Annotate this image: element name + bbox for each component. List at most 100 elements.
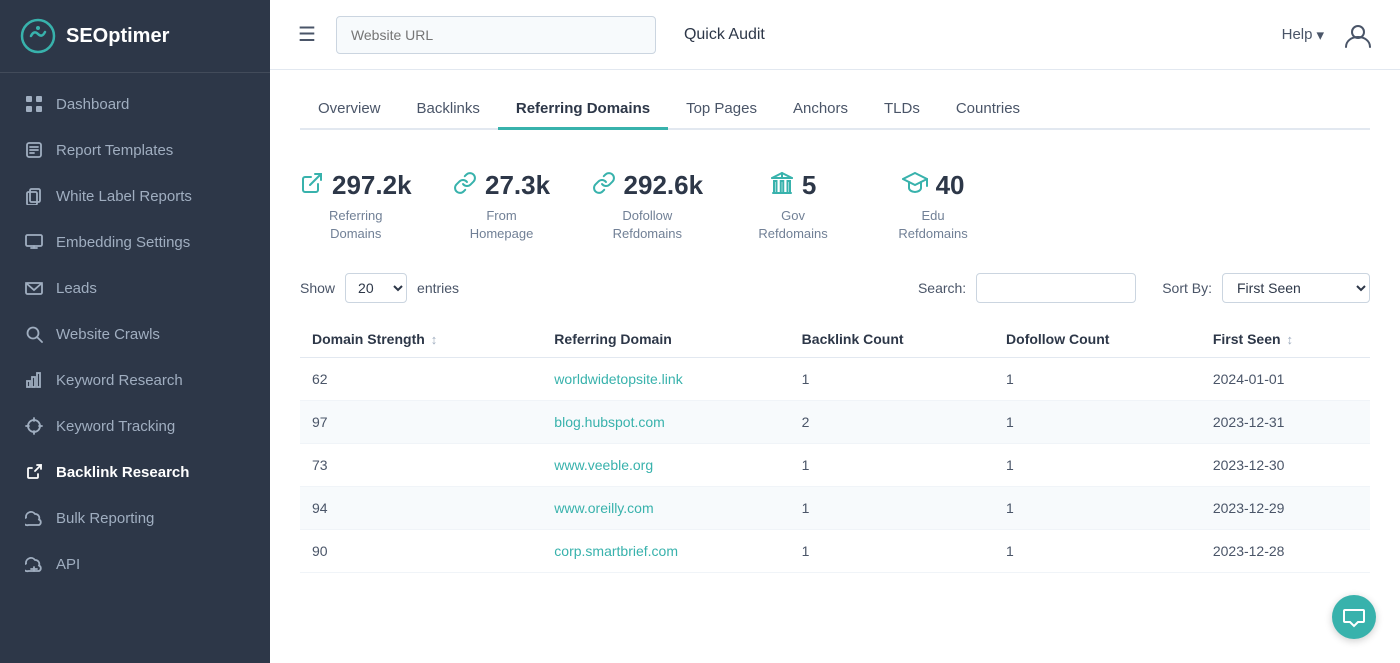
- cell-domain-strength-0: 62: [300, 358, 542, 401]
- referring-domains-icon: [300, 171, 324, 201]
- tab-tlds[interactable]: TLDs: [866, 90, 938, 130]
- sidebar-item-bulk-reporting[interactable]: Bulk Reporting: [0, 495, 270, 541]
- sidebar: SEOptimer Dashboard Report Templates Whi…: [0, 0, 270, 663]
- search-input[interactable]: [976, 273, 1136, 303]
- website-url-input[interactable]: [336, 16, 656, 54]
- cell-dofollow-count-2: 1: [994, 444, 1201, 487]
- cell-referring-domain-3[interactable]: www.oreilly.com: [542, 487, 789, 530]
- edu-icon: [902, 171, 928, 201]
- sidebar-item-label-website-crawls: Website Crawls: [56, 326, 246, 343]
- cell-dofollow-count-0: 1: [994, 358, 1201, 401]
- stat-referring-domains: 297.2k ReferringDomains: [300, 170, 412, 243]
- sidebar-logo: SEOptimer: [0, 0, 270, 73]
- tabs: Overview Backlinks Referring Domains Top…: [300, 70, 1370, 130]
- monitor-icon: [24, 232, 44, 252]
- sidebar-item-label-keyword-tracking: Keyword Tracking: [56, 418, 246, 435]
- sidebar-item-keyword-tracking[interactable]: Keyword Tracking: [0, 403, 270, 449]
- cell-referring-domain-4[interactable]: corp.smartbrief.com: [542, 530, 789, 573]
- quick-audit-button[interactable]: Quick Audit: [672, 18, 777, 52]
- hamburger-button[interactable]: ☰: [294, 18, 320, 51]
- cell-domain-strength-1: 97: [300, 401, 542, 444]
- sidebar-item-label-keyword-research: Keyword Research: [56, 372, 246, 389]
- search-label: Search:: [918, 280, 966, 296]
- domain-link-4[interactable]: corp.smartbrief.com: [554, 543, 678, 559]
- cell-domain-strength-3: 94: [300, 487, 542, 530]
- sidebar-item-label-dashboard: Dashboard: [56, 96, 246, 113]
- entries-select[interactable]: 20 10 50 100: [345, 273, 407, 303]
- table-row: 94 www.oreilly.com 1 1 2023-12-29: [300, 487, 1370, 530]
- content-area: Overview Backlinks Referring Domains Top…: [270, 70, 1400, 663]
- stat-label-edu: EduRefdomains: [898, 207, 967, 243]
- table-row: 90 corp.smartbrief.com 1 1 2023-12-28: [300, 530, 1370, 573]
- sidebar-item-label-embedding: Embedding Settings: [56, 234, 246, 251]
- th-referring-domain: Referring Domain: [542, 321, 789, 358]
- sidebar-item-backlink-research[interactable]: Backlink Research: [0, 449, 270, 495]
- tab-referring-domains[interactable]: Referring Domains: [498, 90, 668, 130]
- th-first-seen[interactable]: First Seen ↕: [1201, 321, 1370, 358]
- th-domain-strength[interactable]: Domain Strength ↕: [300, 321, 542, 358]
- sort-icon-domain-strength[interactable]: ↕: [431, 332, 438, 347]
- dofollow-icon: [592, 171, 616, 201]
- cell-referring-domain-0[interactable]: worldwidetopsite.link: [542, 358, 789, 401]
- sort-icon-first-seen[interactable]: ↕: [1287, 332, 1294, 347]
- tab-overview[interactable]: Overview: [300, 90, 399, 130]
- cell-referring-domain-2[interactable]: www.veeble.org: [542, 444, 789, 487]
- crosshair-icon: [24, 416, 44, 436]
- cell-dofollow-count-4: 1: [994, 530, 1201, 573]
- entries-label: entries: [417, 280, 459, 296]
- stat-value-from-homepage: 27.3k: [485, 170, 550, 201]
- sidebar-item-keyword-research[interactable]: Keyword Research: [0, 357, 270, 403]
- cell-dofollow-count-1: 1: [994, 401, 1201, 444]
- help-button[interactable]: Help ▾: [1282, 26, 1324, 44]
- sort-select[interactable]: First Seen Domain Strength Backlink Coun…: [1222, 273, 1370, 303]
- api-icon: [24, 554, 44, 574]
- tab-countries[interactable]: Countries: [938, 90, 1038, 130]
- stat-dofollow: 292.6k DofollowRefdomains: [592, 170, 704, 243]
- search-icon: [24, 324, 44, 344]
- main-area: ☰ Quick Audit Help ▾ Overview Backlinks …: [270, 0, 1400, 663]
- th-backlink-count: Backlink Count: [790, 321, 994, 358]
- sidebar-item-label-leads: Leads: [56, 280, 246, 297]
- sidebar-item-white-label[interactable]: White Label Reports: [0, 173, 270, 219]
- sidebar-item-website-crawls[interactable]: Website Crawls: [0, 311, 270, 357]
- sidebar-item-api[interactable]: API: [0, 541, 270, 587]
- domain-link-3[interactable]: www.oreilly.com: [554, 500, 653, 516]
- stat-label-from-homepage: FromHomepage: [470, 207, 534, 243]
- edit-icon: [24, 140, 44, 160]
- cell-dofollow-count-3: 1: [994, 487, 1201, 530]
- stat-value-referring-domains: 297.2k: [332, 170, 412, 201]
- sidebar-item-leads[interactable]: Leads: [0, 265, 270, 311]
- sidebar-item-report-templates[interactable]: Report Templates: [0, 127, 270, 173]
- header: ☰ Quick Audit Help ▾: [270, 0, 1400, 70]
- stat-label-gov: GovRefdomains: [758, 207, 827, 243]
- grid-icon: [24, 94, 44, 114]
- domain-link-1[interactable]: blog.hubspot.com: [554, 414, 665, 430]
- domain-link-2[interactable]: www.veeble.org: [554, 457, 653, 473]
- user-avatar-button[interactable]: [1340, 17, 1376, 53]
- cell-referring-domain-1[interactable]: blog.hubspot.com: [542, 401, 789, 444]
- sidebar-item-label-white-label: White Label Reports: [56, 188, 246, 205]
- th-dofollow-count: Dofollow Count: [994, 321, 1201, 358]
- sidebar-nav: Dashboard Report Templates White Label R…: [0, 73, 270, 663]
- domain-link-0[interactable]: worldwidetopsite.link: [554, 371, 682, 387]
- sidebar-item-embedding[interactable]: Embedding Settings: [0, 219, 270, 265]
- chat-bubble-button[interactable]: [1332, 595, 1376, 639]
- tab-top-pages[interactable]: Top Pages: [668, 90, 775, 130]
- stat-value-gov: 5: [802, 170, 816, 201]
- logo-text: SEOptimer: [66, 25, 169, 48]
- cell-backlink-count-3: 1: [790, 487, 994, 530]
- table-row: 62 worldwidetopsite.link 1 1 2024-01-01: [300, 358, 1370, 401]
- sidebar-item-dashboard[interactable]: Dashboard: [0, 81, 270, 127]
- help-label: Help: [1282, 26, 1313, 43]
- tab-backlinks[interactable]: Backlinks: [399, 90, 498, 130]
- cell-domain-strength-2: 73: [300, 444, 542, 487]
- from-homepage-icon: [453, 171, 477, 201]
- external-link-icon: [24, 462, 44, 482]
- controls-row: Show 20 10 50 100 entries Search: Sort B…: [300, 273, 1370, 303]
- gov-icon: [770, 171, 794, 201]
- sidebar-item-label-api: API: [56, 556, 246, 573]
- cloud-icon: [24, 508, 44, 528]
- cell-domain-strength-4: 90: [300, 530, 542, 573]
- stat-label-dofollow: DofollowRefdomains: [613, 207, 682, 243]
- tab-anchors[interactable]: Anchors: [775, 90, 866, 130]
